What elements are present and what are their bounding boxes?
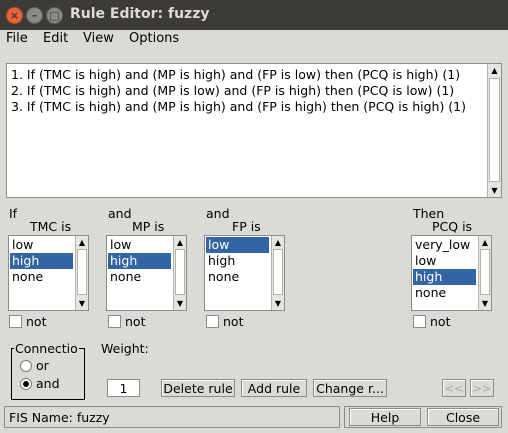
pcq-scrollbar[interactable]: ▲ ▼	[478, 236, 491, 310]
menu-edit[interactable]: Edit	[43, 31, 68, 46]
window-minimize-button[interactable]: –	[26, 7, 43, 24]
fp-not-checkbox[interactable]	[206, 315, 219, 328]
delete-rule-button[interactable]: Delete rule	[161, 379, 235, 397]
mp-option-high[interactable]: high	[108, 253, 171, 269]
scroll-down-icon[interactable]: ▼	[76, 297, 88, 310]
bottom-button-bar: Help Close	[344, 406, 502, 428]
prev-rule-button[interactable]: <<	[442, 379, 466, 397]
status-text: FIS Name: fuzzy	[9, 410, 110, 425]
scroll-up-icon[interactable]: ▲	[488, 64, 501, 77]
scroll-down-icon[interactable]: ▼	[479, 297, 491, 310]
rule-item[interactable]: 1. If (TMC is high) and (MP is high) and…	[11, 67, 460, 82]
mp-label: MP is	[132, 219, 165, 234]
menu-options[interactable]: Options	[129, 31, 179, 46]
fp-option-high[interactable]: high	[206, 253, 269, 269]
rules-scrollbar[interactable]: ▲ ▼	[487, 64, 501, 197]
pcq-option-low[interactable]: low	[413, 253, 476, 269]
pcq-label: PCQ is	[432, 219, 473, 234]
and-label-2: and	[206, 206, 230, 221]
pcq-scroll-thumb[interactable]	[480, 249, 490, 295]
pcq-not-label: not	[430, 314, 451, 329]
or-radio[interactable]	[20, 360, 32, 372]
pcq-listbox[interactable]: very_low low high none ▲ ▼	[411, 235, 492, 311]
connection-label: Connectio	[14, 341, 79, 356]
maximize-icon: □	[49, 9, 60, 22]
tmc-scrollbar[interactable]: ▲ ▼	[75, 236, 88, 310]
minimize-icon: –	[31, 9, 38, 22]
close-button[interactable]: Close	[427, 408, 499, 426]
next-rule-button[interactable]: >>	[470, 379, 494, 397]
rules-list[interactable]: 1. If (TMC is high) and (MP is high) and…	[6, 63, 502, 198]
tmc-not-label: not	[26, 314, 47, 329]
scroll-up-icon[interactable]: ▲	[174, 236, 186, 249]
or-label: or	[36, 358, 49, 373]
scroll-up-icon[interactable]: ▲	[479, 236, 491, 249]
scroll-down-icon[interactable]: ▼	[272, 297, 284, 310]
mp-scroll-thumb[interactable]	[175, 249, 185, 295]
pcq-option-high[interactable]: high	[413, 269, 476, 285]
rules-scroll-thumb[interactable]	[489, 78, 500, 182]
tmc-option-low[interactable]: low	[10, 237, 73, 253]
and-label: and	[36, 376, 60, 391]
tmc-label: TMC is	[30, 219, 72, 234]
help-button[interactable]: Help	[349, 408, 421, 426]
scroll-down-icon[interactable]: ▼	[488, 184, 501, 197]
tmc-listbox[interactable]: low high none ▲ ▼	[8, 235, 89, 311]
scroll-up-icon[interactable]: ▲	[272, 236, 284, 249]
tmc-option-high[interactable]: high	[10, 253, 73, 269]
mp-not-label: not	[125, 314, 146, 329]
change-rule-button[interactable]: Change r...	[313, 379, 387, 397]
fp-scroll-thumb[interactable]	[273, 249, 283, 295]
add-rule-button[interactable]: Add rule	[241, 379, 307, 397]
tmc-option-none[interactable]: none	[10, 269, 73, 285]
mp-scrollbar[interactable]: ▲ ▼	[173, 236, 186, 310]
pcq-option-very-low[interactable]: very_low	[413, 237, 476, 253]
mp-listbox[interactable]: low high none ▲ ▼	[106, 235, 187, 311]
window-close-button[interactable]: ×	[6, 7, 23, 24]
if-label: If	[9, 206, 18, 221]
weight-input[interactable]: 1	[107, 379, 140, 397]
fp-option-none[interactable]: none	[206, 269, 269, 285]
fp-label: FP is	[232, 219, 261, 234]
window-title: Rule Editor: fuzzy	[70, 6, 210, 22]
tmc-scroll-thumb[interactable]	[77, 249, 87, 295]
close-icon: ×	[9, 9, 20, 22]
mp-not-checkbox[interactable]	[108, 315, 121, 328]
pcq-not-checkbox[interactable]	[413, 315, 426, 328]
fp-listbox[interactable]: low high none ▲ ▼	[204, 235, 285, 311]
fp-scrollbar[interactable]: ▲ ▼	[271, 236, 284, 310]
pcq-option-none[interactable]: none	[413, 285, 476, 301]
and-label-1: and	[108, 206, 132, 221]
window-maximize-button[interactable]: □	[46, 7, 63, 24]
weight-label: Weight:	[101, 341, 149, 356]
mp-option-low[interactable]: low	[108, 237, 171, 253]
fp-not-label: not	[223, 314, 244, 329]
title-bar: × – □ Rule Editor: fuzzy	[0, 0, 508, 30]
mp-option-none[interactable]: none	[108, 269, 171, 285]
menu-file[interactable]: File	[6, 31, 28, 46]
menu-bar: File Edit View Options	[0, 30, 508, 50]
scroll-up-icon[interactable]: ▲	[76, 236, 88, 249]
scroll-down-icon[interactable]: ▼	[174, 297, 186, 310]
status-bar: FIS Name: fuzzy	[4, 406, 340, 428]
fp-option-low[interactable]: low	[206, 237, 269, 253]
tmc-not-checkbox[interactable]	[9, 315, 22, 328]
rule-item[interactable]: 2. If (TMC is high) and (MP is low) and …	[11, 83, 454, 98]
rule-item[interactable]: 3. If (TMC is high) and (MP is high) and…	[11, 99, 466, 114]
and-radio[interactable]	[20, 378, 32, 390]
menu-view[interactable]: View	[83, 31, 114, 46]
